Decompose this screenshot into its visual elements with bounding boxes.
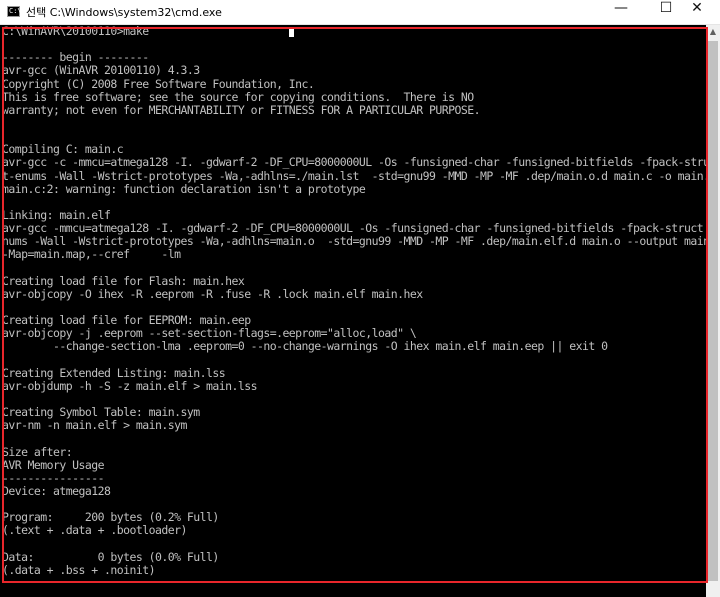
window-title: 선택 C:\Windows\system32\cmd.exe <box>26 6 222 19</box>
console-line: Copyright (C) 2008 Free Software Foundat… <box>2 76 315 91</box>
console-output[interactable]: C:\WinAVR\20100110>make -------- begin --… <box>0 25 706 597</box>
scroll-up-arrow-icon[interactable]: ▲ <box>706 25 720 39</box>
console-line: t-enums -Wall -Wstrict-prototypes -Wa,-a… <box>2 168 706 183</box>
console-line: Size after: <box>2 444 73 459</box>
console-line: Creating Extended Listing: main.lss <box>2 365 226 380</box>
console-line: --change-section-lma .eeprom=0 --no-chan… <box>2 339 608 354</box>
console-line: avr-objcopy -O ihex -R .eeprom -R .fuse … <box>2 286 423 301</box>
console-line: ---------------- <box>2 470 105 485</box>
title-bar[interactable]: C:\ 선택 C:\Windows\system32\cmd.exe — ☐ ✕ <box>0 0 720 25</box>
console-line: avr-nm -n main.elf > main.sym <box>2 418 187 433</box>
console-line: warranty; not even for MERCHANTABILITY o… <box>2 102 481 117</box>
cmd-icon: C:\ <box>7 6 22 17</box>
console-line: avr-objdump -h -S -z main.elf > main.lss <box>2 378 258 393</box>
console-line: (.text + .data + .bootloader) <box>2 523 187 538</box>
console-line: This is free software; see the source fo… <box>2 89 474 104</box>
console-line: Data: 0 bytes (0.0% Full) <box>2 549 219 564</box>
console-text: C:\WinAVR\20100110>make -------- begin --… <box>0 25 706 597</box>
console-line: C:\WinAVR\20100110>make <box>2 25 149 38</box>
console-line: (.data + .bss + .noinit) <box>2 562 156 577</box>
console-line: avr-gcc (WinAVR 20100110) 4.3.3 <box>2 63 200 78</box>
scrollbar-thumb[interactable] <box>708 41 718 581</box>
vertical-scrollbar[interactable]: ▲ <box>706 25 720 597</box>
console-line: -Map=main.map,--cref -lm <box>2 247 181 262</box>
console-line: avr-gcc -c -mmcu=atmega128 -I. -gdwarf-2… <box>2 155 706 170</box>
console-line: Device: atmega128 <box>2 483 111 498</box>
close-button[interactable]: ✕ <box>674 0 720 24</box>
console-line: Creating load file for Flash: main.hex <box>2 273 245 288</box>
minimize-button[interactable]: — <box>598 0 644 24</box>
text-cursor <box>289 28 294 37</box>
cmd-icon-label: C:\ <box>9 7 22 15</box>
console-line: AVR Memory Usage <box>2 457 105 472</box>
console-line: main.c:2: warning: function declaration … <box>2 181 366 196</box>
